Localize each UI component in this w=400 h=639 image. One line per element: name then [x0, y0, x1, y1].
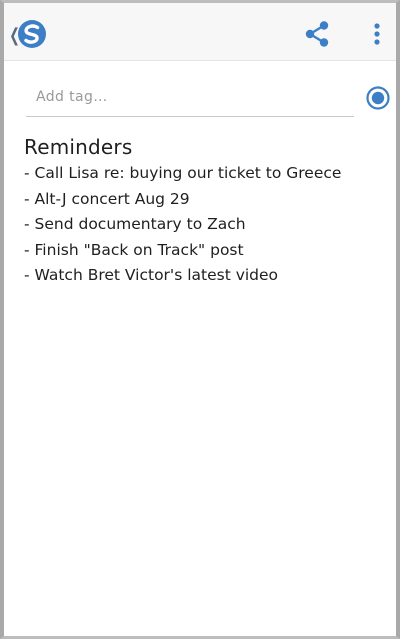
sync-status-dot-icon [366, 86, 390, 110]
sync-status-button[interactable] [366, 86, 390, 110]
back-button[interactable]: ❮ [8, 20, 48, 52]
more-options-button[interactable] [370, 19, 384, 49]
share-icon [305, 21, 329, 47]
app-toolbar: ❮ [4, 3, 396, 61]
tag-field [26, 79, 354, 117]
note-line: - Send documentary to Zach [24, 215, 246, 233]
simplenote-logo-icon [17, 19, 47, 53]
app-window: ❮ Add tag… Reminders - Call Lisa re: buy… [0, 0, 400, 639]
chevron-left-icon: ❮ [9, 25, 20, 46]
add-tag-input[interactable] [26, 79, 346, 115]
note-editor[interactable]: Reminders - Call Lisa re: buying our tic… [24, 133, 394, 289]
note-line: - Alt-J concert Aug 29 [24, 189, 190, 208]
more-vert-icon [374, 23, 380, 45]
note-title: Reminders [24, 135, 133, 159]
note-line: - Watch Bret Victor's latest video [24, 266, 279, 284]
note-line: - Finish "Back on Track" post [24, 240, 244, 259]
share-button[interactable] [302, 19, 332, 49]
note-line: - Call Lisa re: buying our ticket to Gre… [24, 164, 342, 182]
